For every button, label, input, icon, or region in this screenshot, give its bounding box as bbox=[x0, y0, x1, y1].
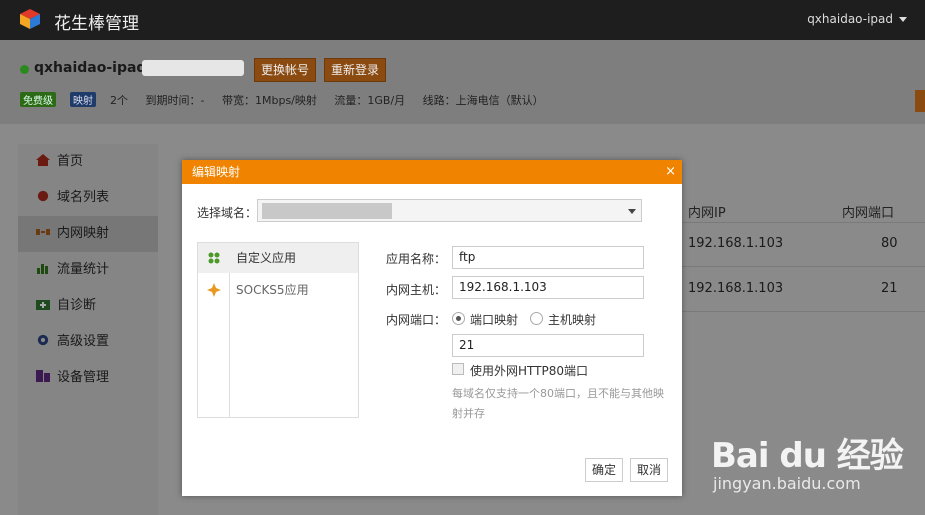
sidebar-item-diagnose[interactable]: 自诊断 bbox=[18, 288, 158, 324]
user-menu-label: qxhaidao-ipad bbox=[807, 12, 893, 26]
sidebar-item-label: 高级设置 bbox=[57, 334, 110, 349]
ok-button[interactable]: 确定 bbox=[585, 458, 624, 482]
mapping-icon bbox=[36, 229, 50, 235]
close-icon[interactable]: × bbox=[665, 160, 676, 184]
account-info: 免费级 映射 2个 到期时间：- 带宽：1Mbps/映射 流量：1GB/月 线路：上… bbox=[20, 92, 558, 108]
sidebar-item-advanced[interactable]: 高级设置 bbox=[18, 324, 158, 360]
sidebar-item-label: 首页 bbox=[57, 154, 84, 169]
sidebar-item-domains[interactable]: 域名列表 bbox=[18, 180, 158, 216]
custom-app-icon bbox=[208, 252, 220, 264]
bandwidth: 带宽：1Mbps/映射 bbox=[221, 94, 317, 107]
relogin-button[interactable]: 重新登录 bbox=[324, 58, 387, 82]
switch-account-button[interactable]: 更换帐号 bbox=[254, 58, 317, 82]
socks5-icon bbox=[207, 283, 221, 297]
mapping-count: 2个 bbox=[110, 94, 128, 107]
edge-button[interactable] bbox=[915, 90, 925, 112]
host-mapping-radio[interactable] bbox=[530, 312, 543, 325]
app-name-input[interactable]: ftp bbox=[452, 246, 644, 269]
user-menu[interactable]: qxhaidao-ipad bbox=[807, 12, 907, 26]
watermark-url: jingyan.baidu.com bbox=[713, 474, 861, 493]
sidebar-item-label: 内网映射 bbox=[57, 226, 110, 241]
table-divider bbox=[682, 311, 925, 312]
cube-logo-icon bbox=[20, 9, 40, 29]
port-mapping-radio[interactable] bbox=[452, 312, 465, 325]
use-http80-checkbox[interactable] bbox=[452, 363, 464, 375]
account-panel: qxhaidao-ipad 更换帐号 重新登录 免费级 映射 2个 到期时间：- 带… bbox=[0, 40, 925, 124]
domain-select[interactable] bbox=[257, 199, 642, 222]
port-label: 内网端口： bbox=[386, 313, 447, 327]
domain-label: 选择域名： bbox=[197, 206, 258, 220]
app-type-list: 自定义应用 SOCKS5应用 bbox=[197, 242, 359, 418]
sidebar-item-mapping[interactable]: 内网映射 bbox=[18, 216, 158, 252]
device-icon bbox=[36, 370, 50, 382]
watermark-logo: Bai du 经验 bbox=[711, 436, 904, 476]
cancel-button[interactable]: 取消 bbox=[630, 458, 669, 482]
masked-domain bbox=[262, 203, 392, 219]
sidebar-item-home[interactable]: 首页 bbox=[18, 144, 158, 180]
sidebar-item-label: 域名列表 bbox=[57, 190, 110, 205]
app-item-label: SOCKS5应用 bbox=[236, 283, 309, 297]
table-row-ip: 192.168.1.103 bbox=[688, 236, 784, 251]
online-status-icon bbox=[20, 65, 29, 74]
table-row-port: 80 bbox=[881, 236, 898, 251]
mapping-badge: 映射 bbox=[70, 92, 96, 107]
gear-icon bbox=[37, 334, 49, 346]
sidebar-item-label: 流量统计 bbox=[57, 262, 110, 277]
sidebar-item-label: 自诊断 bbox=[57, 298, 97, 313]
expire-time: 到期时间：- bbox=[145, 94, 205, 107]
port-mapping-label: 端口映射 bbox=[470, 313, 519, 327]
table-row-ip: 192.168.1.103 bbox=[688, 281, 784, 296]
table-header-port: 内网端口 bbox=[842, 206, 895, 221]
dialog-title: 编辑映射 bbox=[192, 165, 241, 179]
app-item-socks5[interactable]: SOCKS5应用 bbox=[198, 275, 358, 305]
dialog-title-bar: 编辑映射 × bbox=[182, 160, 682, 184]
table-divider bbox=[682, 266, 925, 267]
sidebar-item-devices[interactable]: 设备管理 bbox=[18, 360, 158, 396]
sidebar-item-traffic[interactable]: 流量统计 bbox=[18, 252, 158, 288]
app-title: 花生棒管理 bbox=[54, 14, 139, 34]
free-level-badge: 免费级 bbox=[20, 92, 56, 107]
bar-chart-icon bbox=[37, 264, 48, 274]
table-divider bbox=[682, 222, 925, 223]
edit-mapping-dialog: 编辑映射 × 选择域名： 自定义应用 SOCKS5应用 应用名称： ftp 内网… bbox=[182, 160, 682, 496]
account-name: qxhaidao-ipad bbox=[34, 60, 147, 76]
app-item-label: 自定义应用 bbox=[236, 251, 297, 265]
sidebar-item-label: 设备管理 bbox=[57, 370, 110, 385]
top-bar: 花生棒管理 qxhaidao-ipad bbox=[0, 0, 925, 40]
caret-down-icon bbox=[899, 17, 907, 22]
table-header-ip: 内网IP bbox=[688, 206, 726, 221]
port-input[interactable]: 21 bbox=[452, 334, 644, 357]
sidebar: 首页 域名列表 内网映射 流量统计 自诊断 高级设置 设备管理 bbox=[18, 144, 158, 515]
port-hint: 每域名仅支持一个80端口，且不能与其他映射并存 bbox=[452, 387, 664, 420]
host-label: 内网主机： bbox=[386, 283, 447, 297]
use-http80-label: 使用外网HTTP80端口 bbox=[470, 364, 588, 378]
traffic: 流量：1GB/月 bbox=[334, 94, 406, 107]
line: 线路：上海电信（默认） bbox=[422, 94, 544, 107]
medkit-icon bbox=[36, 300, 50, 310]
host-mapping-label: 主机映射 bbox=[548, 313, 597, 327]
app-item-custom[interactable]: 自定义应用 bbox=[198, 243, 358, 273]
masked-info bbox=[142, 60, 244, 76]
host-input[interactable]: 192.168.1.103 bbox=[452, 276, 644, 299]
table-row-port: 21 bbox=[881, 281, 898, 296]
globe-icon bbox=[37, 190, 49, 202]
chevron-down-icon bbox=[628, 209, 636, 214]
baidu-watermark: Bai du 经验 jingyan.baidu.com bbox=[705, 420, 915, 500]
app-name-label: 应用名称： bbox=[386, 252, 447, 266]
home-icon bbox=[36, 154, 50, 166]
